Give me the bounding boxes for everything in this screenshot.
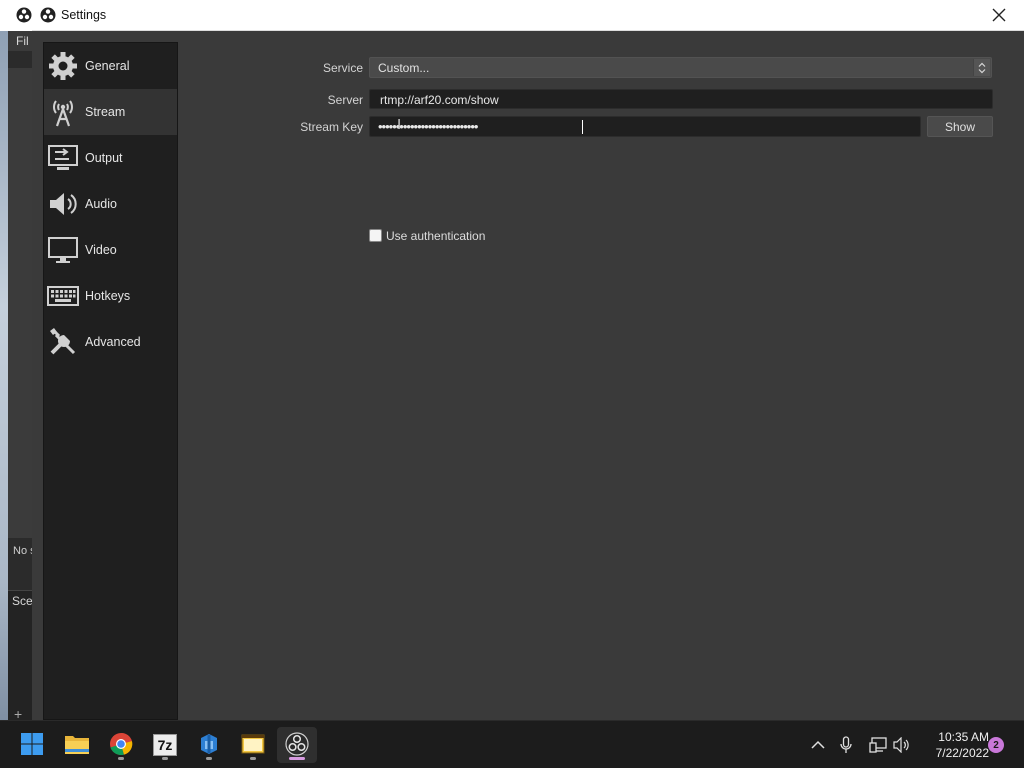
volume-icon[interactable] (892, 735, 912, 755)
speaker-icon (47, 188, 79, 220)
running-indicator (162, 757, 168, 760)
desktop-wallpaper-strip (0, 31, 8, 720)
running-indicator (250, 757, 256, 760)
stream-key-label: Stream Key (300, 120, 363, 134)
taskbar-obs[interactable] (277, 727, 317, 763)
chrome-icon (109, 732, 133, 759)
tools-icon (47, 326, 79, 358)
network-icon[interactable] (868, 735, 888, 755)
use-authentication-label[interactable]: Use authentication (386, 229, 485, 243)
sidebar-item-label: Advanced (85, 335, 141, 349)
sidebar-item-label: Audio (85, 197, 117, 211)
sidebar-item-general[interactable]: General (44, 43, 177, 89)
running-indicator (289, 757, 305, 760)
notification-badge[interactable]: 2 (988, 737, 1004, 753)
sidebar-item-label: Video (85, 243, 117, 257)
service-combobox[interactable]: Custom... (369, 57, 992, 78)
stream-key-masked-value: •••••••••••••••••••••••••••• (378, 119, 478, 134)
sidebar-item-output[interactable]: Output (44, 135, 177, 181)
output-monitor-icon (47, 142, 79, 174)
chevron-up-icon[interactable] (808, 735, 828, 755)
clock-time: 10:35 AM (938, 730, 989, 744)
7zip-icon: 7z (153, 734, 177, 756)
windows-logo-icon (20, 732, 44, 759)
server-input[interactable]: rtmp://arf20.com/show (369, 89, 993, 109)
gear-icon (47, 50, 79, 82)
ibeam-cursor-icon: I (397, 116, 402, 133)
settings-title: Settings (61, 8, 107, 22)
sidebar-item-label: Stream (85, 105, 126, 119)
service-value: Custom... (378, 61, 430, 75)
microphone-icon[interactable] (836, 735, 856, 755)
combo-arrows-icon (973, 59, 990, 76)
show-stream-key-button[interactable]: Show (927, 116, 993, 137)
obs-icon (285, 731, 309, 759)
running-indicator (206, 757, 212, 760)
keyboard-icon (47, 280, 79, 312)
blue-app-icon (197, 732, 221, 759)
service-label: Service (322, 61, 363, 75)
settings-body: General Stream Output Audio Video Hotkey… (32, 31, 1024, 720)
taskbar-app-4[interactable] (189, 727, 229, 763)
sidebar-item-audio[interactable]: Audio (44, 181, 177, 227)
running-indicator (118, 757, 124, 760)
use-authentication-checkbox[interactable] (369, 229, 382, 242)
sidebar-item-advanced[interactable]: Advanced (44, 319, 177, 365)
sidebar-item-hotkeys[interactable]: Hotkeys (44, 273, 177, 319)
sidebar-item-stream[interactable]: Stream (44, 89, 177, 135)
close-icon[interactable] (987, 3, 1011, 27)
taskbar-file-explorer[interactable] (57, 727, 97, 763)
stream-key-input[interactable]: •••••••••••••••••••••••••••• I (369, 116, 921, 137)
sidebar-item-label: Hotkeys (85, 289, 131, 303)
monitor-icon (47, 234, 79, 266)
broadcast-tower-icon (47, 96, 79, 128)
settings-category-list: General Stream Output Audio Video Hotkey… (43, 42, 178, 720)
settings-dialog: Settings General Stream Output Audio Vid… (32, 0, 1024, 720)
taskbar-clock[interactable]: 10:35 AM 7/22/2022 (917, 729, 989, 761)
server-value: rtmp://arf20.com/show (380, 93, 499, 107)
sidebar-item-label: General (85, 59, 130, 73)
obs-logo-icon (40, 7, 56, 23)
folder-icon (64, 733, 90, 758)
sidebar-item-video[interactable]: Video (44, 227, 177, 273)
server-label: Server (327, 93, 363, 107)
start-button[interactable] (12, 727, 52, 763)
obs-logo-icon (16, 7, 32, 23)
taskbar-app-5[interactable] (233, 727, 273, 763)
text-caret (582, 120, 583, 134)
windows-taskbar: 7z 10:35 AM 7/22/2022 2 (0, 720, 1024, 768)
sidebar-item-label: Output (85, 151, 123, 165)
menu-file[interactable]: Fil (16, 34, 29, 48)
settings-titlebar[interactable]: Settings (32, 0, 1024, 31)
taskbar-chrome[interactable] (101, 727, 141, 763)
yellow-window-icon (241, 733, 265, 758)
taskbar-7zip[interactable]: 7z (145, 727, 185, 763)
clock-date: 7/22/2022 (935, 746, 989, 760)
